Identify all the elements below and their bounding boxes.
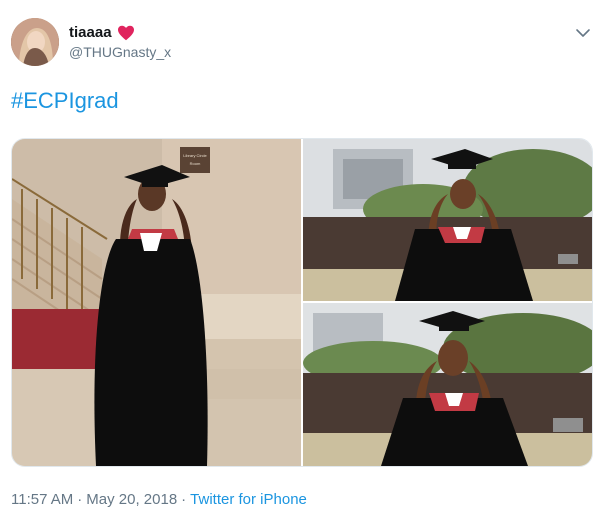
photo-graduate-wall-bottom[interactable] bbox=[303, 303, 592, 466]
user-handle[interactable]: @THUGnasty_x bbox=[69, 44, 171, 60]
photo-image bbox=[303, 303, 592, 466]
name-row: tiaaaa bbox=[69, 24, 135, 41]
meta-separator-2: · bbox=[181, 491, 187, 508]
chevron-down-icon[interactable] bbox=[574, 24, 592, 42]
avatar-image bbox=[11, 18, 59, 66]
photo-graduate-stairs[interactable]: Library Circle Room bbox=[12, 139, 301, 466]
photo-graduate-wall-top[interactable] bbox=[303, 139, 592, 301]
tweet: tiaaaa @THUGnasty_x #ECPIgrad Library Ci… bbox=[0, 0, 600, 522]
wall-sign-text: Library Circle bbox=[183, 153, 207, 158]
tweet-date[interactable]: May 20, 2018 bbox=[86, 491, 177, 508]
hashtag-link[interactable]: #ECPIgrad bbox=[11, 88, 119, 114]
photo-image: Library Circle Room bbox=[12, 139, 301, 466]
avatar[interactable] bbox=[11, 18, 59, 66]
tweet-time[interactable]: 11:57 AM bbox=[11, 491, 73, 508]
tweet-source[interactable]: Twitter for iPhone bbox=[190, 491, 307, 508]
wall-sign-text-2: Room bbox=[190, 161, 201, 166]
tweet-meta: 11:57 AM · May 20, 2018 · Twitter for iP… bbox=[11, 491, 307, 508]
heart-icon bbox=[117, 25, 134, 40]
display-name[interactable]: tiaaaa bbox=[69, 24, 112, 41]
photo-image bbox=[303, 139, 592, 301]
meta-separator: · bbox=[77, 491, 83, 508]
media-grid: Library Circle Room bbox=[11, 138, 593, 467]
